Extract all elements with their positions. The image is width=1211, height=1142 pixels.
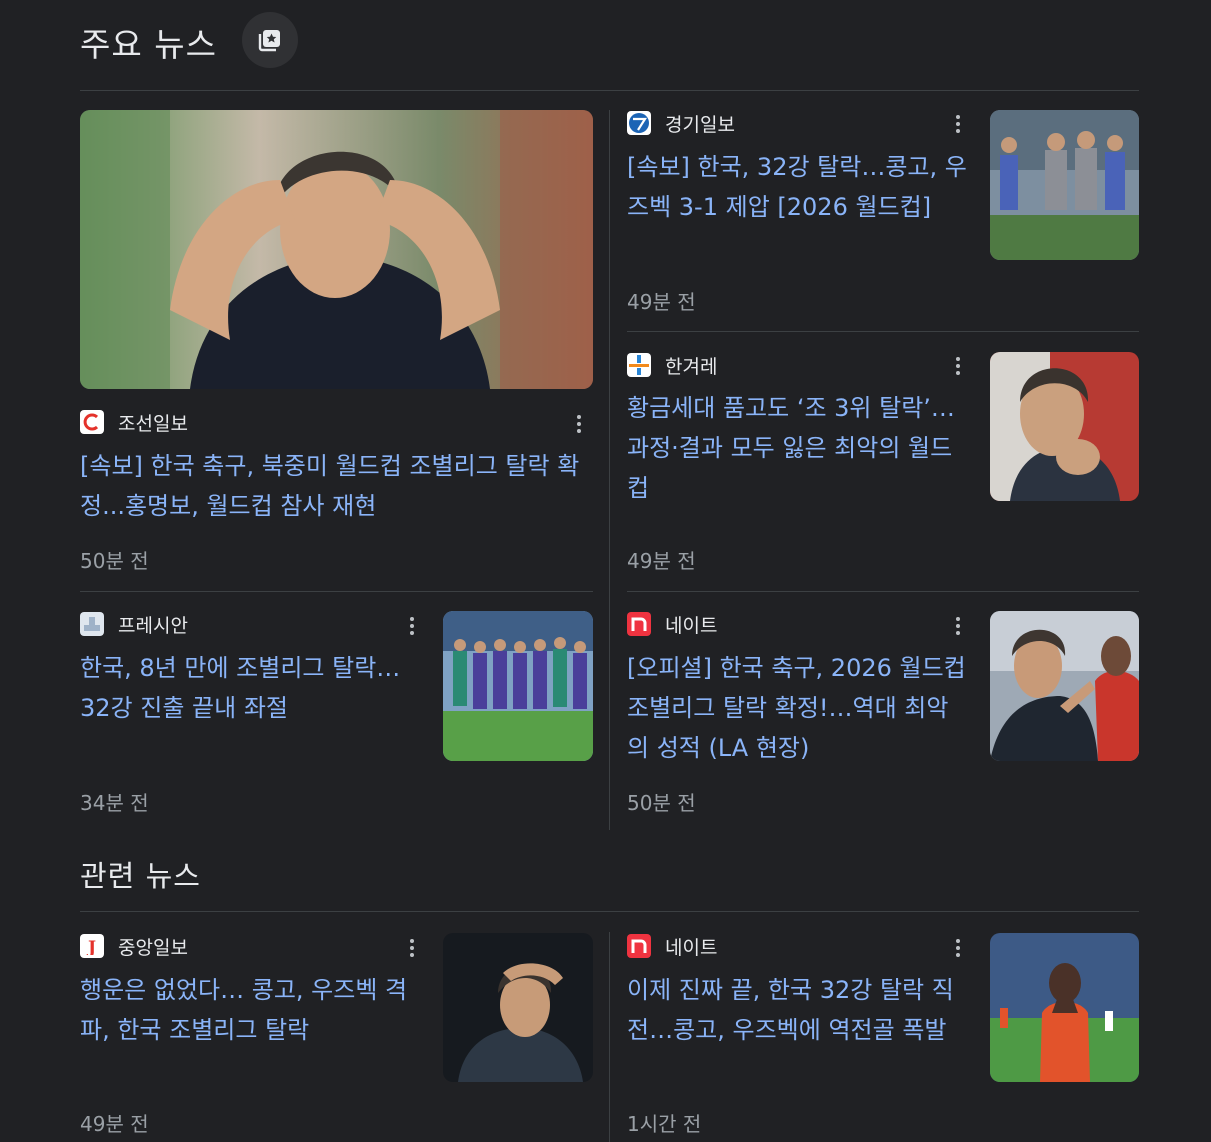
kyeonggi-logo-icon xyxy=(627,111,651,135)
article-1-thumbnail[interactable] xyxy=(80,110,593,389)
article-1-source[interactable]: 조선일보 xyxy=(80,410,188,435)
article-3-time: 49분 전 xyxy=(627,549,696,573)
article-5-headline[interactable]: [오피셜] 한국 축구, 2026 월드컵 조별리그 탈락 확정!…역대 최악의… xyxy=(627,648,967,768)
column-divider xyxy=(609,932,610,1142)
article-2-source[interactable]: 경기일보 xyxy=(627,111,735,136)
article-3-headline[interactable]: 황금세대 품고도 ‘조 3위 탈락’… 과정·결과 모두 잃은 최악의 월드컵 xyxy=(627,388,972,508)
related-2-time: 1시간 전 xyxy=(627,1112,702,1136)
more-options-icon[interactable] xyxy=(400,934,424,962)
divider xyxy=(627,331,1139,332)
article-5-source[interactable]: 네이트 xyxy=(627,612,718,637)
divider xyxy=(627,591,1139,592)
chosun-logo-icon xyxy=(80,410,104,434)
svg-text:J: J xyxy=(86,938,96,955)
article-1-headline[interactable]: [속보] 한국 축구, 북중미 월드컵 조별리그 탈락 확정...홍명보, 월드… xyxy=(80,446,585,526)
column-divider xyxy=(609,110,610,830)
article-5-time: 50분 전 xyxy=(627,791,696,815)
pressian-logo-icon xyxy=(80,612,104,636)
source-name: 조선일보 xyxy=(118,412,188,435)
top-news-title: 주요 뉴스 xyxy=(80,25,217,64)
related-1-time: 49분 전 xyxy=(80,1112,149,1136)
divider xyxy=(80,911,1139,912)
news-spark-icon xyxy=(258,30,280,52)
article-4-thumbnail[interactable] xyxy=(443,611,593,761)
article-3-source[interactable]: 한겨레 xyxy=(627,353,718,378)
article-2-time: 49분 전 xyxy=(627,290,696,314)
article-4-time: 34분 전 xyxy=(80,791,149,815)
article-2-thumbnail[interactable] xyxy=(990,110,1139,260)
nate-logo-icon xyxy=(627,934,651,958)
more-options-icon[interactable] xyxy=(567,410,591,438)
divider xyxy=(80,90,1139,91)
source-name: 경기일보 xyxy=(665,113,735,136)
source-name: 중앙일보 xyxy=(118,936,188,959)
source-name: 네이트 xyxy=(665,614,718,637)
article-1-time: 50분 전 xyxy=(80,549,149,573)
article-5-thumbnail[interactable] xyxy=(990,611,1139,761)
related-news-title: 관련 뉴스 xyxy=(80,859,201,893)
article-4-source[interactable]: 프레시안 xyxy=(80,612,188,637)
divider xyxy=(80,591,593,592)
article-4-headline[interactable]: 한국, 8년 만에 조별리그 탈락… 32강 진출 끝내 좌절 xyxy=(80,648,425,728)
more-options-icon[interactable] xyxy=(946,934,970,962)
more-options-icon[interactable] xyxy=(400,612,424,640)
hani-logo-icon xyxy=(627,353,651,377)
related-2-thumbnail[interactable] xyxy=(990,933,1139,1082)
nate-logo-icon xyxy=(627,612,651,636)
related-2-source[interactable]: 네이트 xyxy=(627,934,718,959)
related-2-headline[interactable]: 이제 진짜 끝, 한국 32강 탈락 직전…콩고, 우즈벡에 역전골 폭발 xyxy=(627,970,972,1050)
article-3-thumbnail[interactable] xyxy=(990,352,1139,501)
article-2-headline[interactable]: [속보] 한국, 32강 탈락…콩고, 우즈벡 3-1 제압 [2026 월드컵… xyxy=(627,147,967,227)
source-name: 한겨레 xyxy=(665,355,718,378)
related-1-thumbnail[interactable] xyxy=(443,933,593,1082)
joongang-logo-icon: J xyxy=(80,934,104,958)
related-1-source[interactable]: J 중앙일보 xyxy=(80,934,188,959)
source-name: 프레시안 xyxy=(118,614,188,637)
more-options-icon[interactable] xyxy=(946,352,970,380)
news-spark-button[interactable] xyxy=(242,12,298,68)
more-options-icon[interactable] xyxy=(946,110,970,138)
source-name: 네이트 xyxy=(665,936,718,959)
related-1-headline[interactable]: 행운은 없었다… 콩고, 우즈벡 격파, 한국 조별리그 탈락 xyxy=(80,970,425,1050)
more-options-icon[interactable] xyxy=(946,612,970,640)
